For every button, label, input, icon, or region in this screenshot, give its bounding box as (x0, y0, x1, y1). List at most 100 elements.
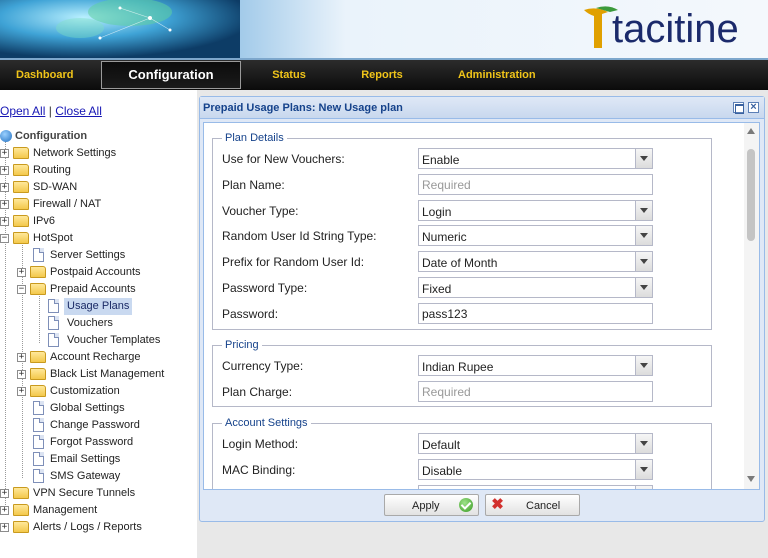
plan-charge-label: Plan Charge: (222, 385, 293, 399)
plan-name-label: Plan Name: (222, 178, 285, 192)
currency-type-label: Currency Type: (222, 359, 304, 373)
chevron-down-icon[interactable] (635, 278, 652, 297)
chevron-down-icon[interactable] (635, 201, 652, 220)
tree-item-label: Customization (50, 385, 120, 397)
page-icon (33, 452, 44, 466)
chevron-down-icon[interactable] (635, 486, 652, 489)
cancel-x-icon: ✖ (491, 496, 504, 513)
scroll-down-icon[interactable] (747, 476, 755, 482)
tab-reports[interactable]: Reports (361, 62, 403, 88)
tree-root-configuration[interactable]: Configuration (0, 128, 197, 145)
password-type-select[interactable]: Fixed (418, 277, 653, 298)
page-icon (33, 248, 44, 262)
folder-icon (13, 487, 29, 499)
expand-plus-icon[interactable]: + (0, 217, 9, 226)
tree-item-label: Prepaid Accounts (50, 283, 136, 295)
page-icon (48, 316, 59, 330)
expand-plus-icon[interactable]: + (17, 268, 26, 277)
tree-item-label: Routing (33, 164, 71, 176)
tree-item-label: IPv6 (33, 215, 56, 227)
chevron-down-icon[interactable] (635, 226, 652, 245)
tab-dashboard[interactable]: Dashboard (16, 62, 73, 88)
collapse-minus-icon[interactable]: − (17, 285, 26, 294)
tree-item-label: Server Settings (50, 249, 126, 261)
mac-binding-select[interactable]: Disable (418, 459, 653, 480)
folder-icon (13, 215, 29, 227)
tree-item-label: Firewall / NAT (33, 198, 102, 210)
collapse-minus-icon[interactable]: − (0, 234, 9, 243)
select-value: Disable (422, 464, 463, 478)
tree-item-label: Network Settings (33, 147, 117, 159)
voucher-type-label: Voucher Type: (222, 204, 299, 218)
expand-plus-icon[interactable]: + (17, 387, 26, 396)
expand-plus-icon[interactable]: + (17, 353, 26, 362)
tree-item-label: Email Settings (50, 453, 121, 465)
select-value: Fixed (422, 282, 452, 296)
form-scroll-area: Plan Details Use for New Vouchers: Enabl… (204, 123, 744, 489)
dialog-header[interactable]: Prepaid Usage Plans: New Usage plan × (200, 97, 764, 119)
apply-button[interactable]: Apply (384, 494, 479, 516)
new-usage-plan-dialog: Prepaid Usage Plans: New Usage plan × Pl… (199, 96, 765, 522)
form-scrollbar[interactable] (744, 123, 759, 489)
folder-icon (13, 198, 29, 210)
page-icon (48, 333, 59, 347)
expand-plus-icon[interactable]: + (0, 183, 9, 192)
plan-details-legend: Plan Details (222, 132, 287, 144)
expand-plus-icon[interactable]: + (0, 489, 9, 498)
tab-administration[interactable]: Administration (458, 62, 536, 88)
plan-name-input[interactable]: Required (418, 174, 653, 195)
check-icon (459, 498, 473, 512)
random-user-id-type-select[interactable]: Numeric (418, 225, 653, 246)
expand-plus-icon[interactable]: + (17, 370, 26, 379)
chevron-down-icon[interactable] (635, 252, 652, 271)
use-for-new-vouchers-label: Use for New Vouchers: (222, 152, 345, 166)
select-value: Default (422, 438, 461, 452)
page-icon (33, 435, 44, 449)
chevron-down-icon[interactable] (635, 356, 652, 375)
prefix-random-user-id-label: Prefix for Random User Id: (222, 255, 365, 269)
page-icon (33, 418, 44, 432)
expand-plus-icon[interactable]: + (0, 149, 9, 158)
close-icon[interactable]: × (748, 102, 759, 113)
tab-configuration[interactable]: Configuration (101, 61, 241, 89)
currency-type-select[interactable]: Indian Rupee (418, 355, 653, 376)
sidebar-toolbar: Open All | Close All (0, 104, 102, 118)
expand-plus-icon[interactable]: + (0, 200, 9, 209)
world-map-banner-art (0, 0, 240, 58)
chevron-down-icon[interactable] (635, 434, 652, 453)
voucher-type-select[interactable]: Login (418, 200, 653, 221)
tree-item-label: Vouchers (67, 317, 113, 329)
folder-icon (30, 351, 46, 363)
dialog-body: Plan Details Use for New Vouchers: Enabl… (203, 122, 760, 490)
password-input[interactable]: pass123 (418, 303, 653, 324)
expand-plus-icon[interactable]: + (0, 523, 9, 532)
page-icon (33, 401, 44, 415)
cancel-button[interactable]: ✖ Cancel (485, 494, 580, 516)
scrollbar-thumb[interactable] (747, 149, 755, 241)
plan-charge-input[interactable]: Required (418, 381, 653, 402)
scroll-up-icon[interactable] (747, 128, 755, 134)
chevron-down-icon[interactable] (635, 149, 652, 168)
use-for-new-vouchers-select[interactable]: Enable (418, 148, 653, 169)
folder-icon (13, 521, 29, 533)
tree-item-label: VPN Secure Tunnels (33, 487, 136, 499)
folder-icon (30, 368, 46, 380)
folder-icon (30, 266, 46, 278)
maximize-icon[interactable] (733, 102, 744, 114)
expand-plus-icon[interactable]: + (0, 506, 9, 515)
tree-item-label: Alerts / Logs / Reports (33, 521, 142, 533)
folder-icon (13, 181, 29, 193)
select-value: Indian Rupee (422, 360, 494, 374)
chevron-down-icon[interactable] (635, 460, 652, 479)
login-method-select[interactable]: Default (418, 433, 653, 454)
cancel-button-label: Cancel (526, 500, 561, 512)
prefix-random-user-id-select[interactable]: Date of Month (418, 251, 653, 272)
expand-plus-icon[interactable]: + (0, 166, 9, 175)
tab-status[interactable]: Status (272, 62, 306, 88)
tree-connector (5, 141, 6, 515)
open-all-link[interactable]: Open All (0, 104, 45, 118)
close-all-link[interactable]: Close All (55, 104, 102, 118)
partially-hidden-select[interactable] (418, 485, 653, 489)
password-label: Password: (222, 307, 279, 321)
select-value: Login (422, 205, 452, 219)
